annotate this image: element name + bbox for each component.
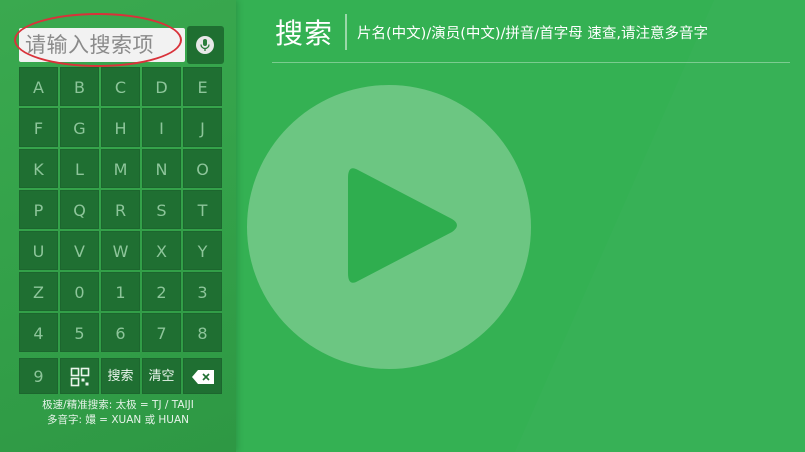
key-r[interactable]: R xyxy=(101,190,140,229)
key-w[interactable]: W xyxy=(101,231,140,270)
key-x[interactable]: X xyxy=(142,231,181,270)
key-t[interactable]: T xyxy=(183,190,222,229)
hint-line-2: 多音字: 嬛 = XUAN 或 HUAN xyxy=(46,414,190,426)
hint-line-1: 极速/精准搜索: 太极 = TJ / TAIJI xyxy=(42,399,194,411)
qr-code-icon xyxy=(70,367,90,386)
key-k[interactable]: K xyxy=(19,149,58,188)
page-subtitle: 片名(中文)/演员(中文)/拼音/首字母 速查,请注意多音字 xyxy=(357,26,709,42)
key-o[interactable]: O xyxy=(183,149,222,188)
key-3[interactable]: 3 xyxy=(183,272,222,311)
key-e[interactable]: E xyxy=(183,67,222,106)
clear-button[interactable]: 清空 xyxy=(142,358,181,394)
key-l[interactable]: L xyxy=(60,149,99,188)
key-9[interactable]: 9 xyxy=(19,358,58,394)
key-j[interactable]: J xyxy=(183,108,222,147)
backspace-icon xyxy=(191,369,214,384)
title-divider xyxy=(345,14,347,50)
key-7[interactable]: 7 xyxy=(142,313,181,352)
key-v[interactable]: V xyxy=(60,231,99,270)
key-q[interactable]: Q xyxy=(60,190,99,229)
key-u[interactable]: U xyxy=(19,231,58,270)
qr-code-button[interactable] xyxy=(60,358,99,394)
key-4[interactable]: 4 xyxy=(19,313,58,352)
mic-icon xyxy=(196,36,214,54)
key-c[interactable]: C xyxy=(101,67,140,106)
key-5[interactable]: 5 xyxy=(60,313,99,352)
backspace-button[interactable] xyxy=(183,358,222,394)
key-a[interactable]: A xyxy=(19,67,58,106)
key-g[interactable]: G xyxy=(60,108,99,147)
search-button[interactable]: 搜索 xyxy=(101,358,140,394)
key-8[interactable]: 8 xyxy=(183,313,222,352)
key-m[interactable]: M xyxy=(101,149,140,188)
key-d[interactable]: D xyxy=(142,67,181,106)
key-y[interactable]: Y xyxy=(183,231,222,270)
page-title: 搜索 xyxy=(275,17,334,50)
voice-search-button[interactable] xyxy=(187,26,224,64)
key-i[interactable]: I xyxy=(142,108,181,147)
key-b[interactable]: B xyxy=(60,67,99,106)
key-n[interactable]: N xyxy=(142,149,181,188)
key-s[interactable]: S xyxy=(142,190,181,229)
play-icon xyxy=(340,158,470,293)
key-h[interactable]: H xyxy=(101,108,140,147)
key-z[interactable]: Z xyxy=(19,272,58,311)
key-0[interactable]: 0 xyxy=(60,272,99,311)
key-6[interactable]: 6 xyxy=(101,313,140,352)
key-p[interactable]: P xyxy=(19,190,58,229)
search-input[interactable]: 请输入搜索项 xyxy=(19,28,185,62)
key-f[interactable]: F xyxy=(19,108,58,147)
key-2[interactable]: 2 xyxy=(142,272,181,311)
key-1[interactable]: 1 xyxy=(101,272,140,311)
header-divider xyxy=(272,62,790,63)
